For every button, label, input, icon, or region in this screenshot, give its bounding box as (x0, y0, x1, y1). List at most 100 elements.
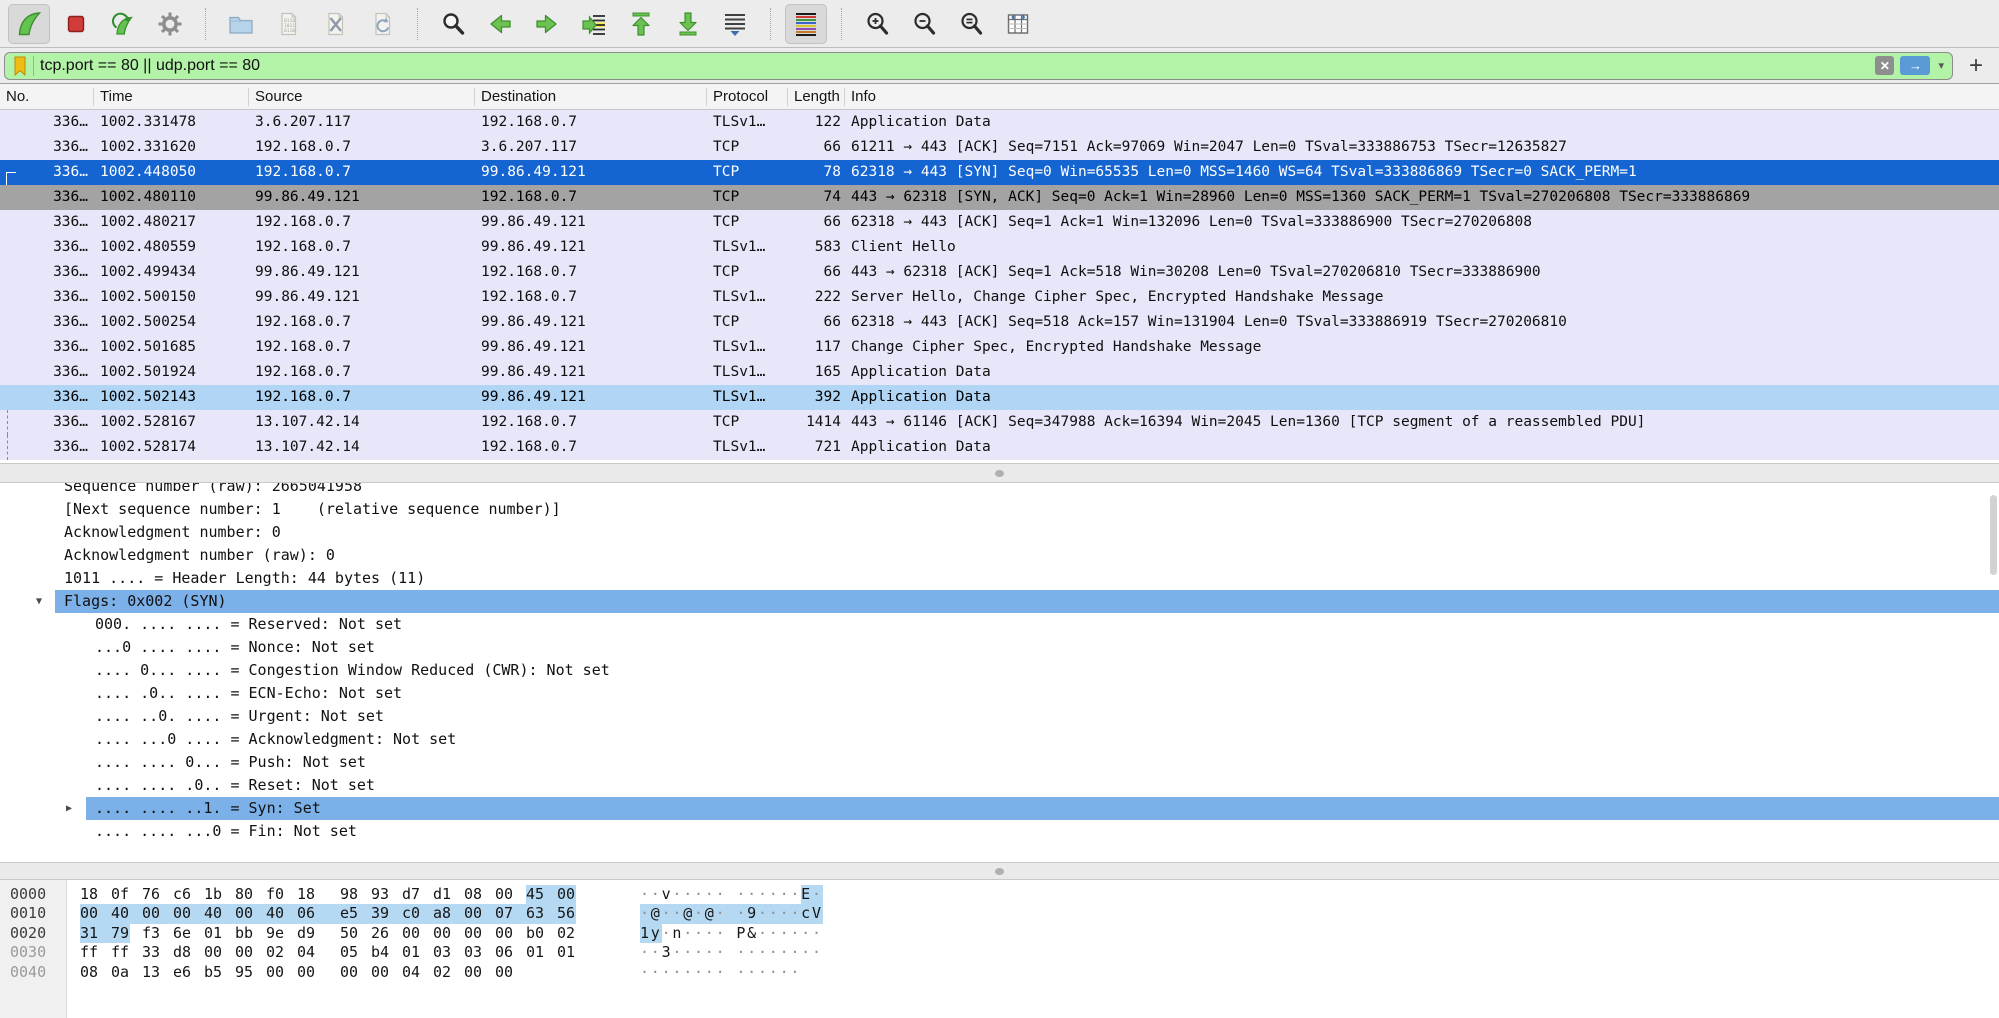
detail-row[interactable]: 000. .... .... = Reserved: Not set (0, 613, 1999, 636)
apply-filter-button[interactable]: → (1900, 56, 1930, 75)
packet-row[interactable]: 336…1002.52817413.107.42.14192.168.0.7TL… (0, 435, 1999, 460)
details-scrollbar-thumb[interactable] (1990, 495, 1997, 575)
detail-row[interactable]: ...0 .... .... = Nonce: Not set (0, 636, 1999, 659)
packet-row[interactable]: 336…1002.331620192.168.0.73.6.207.117TCP… (0, 135, 1999, 160)
go-to-packet-button[interactable] (573, 4, 615, 44)
cell-info: 62318 → 443 [SYN] Seq=0 Win=65535 Len=0 … (845, 160, 1999, 185)
detail-row[interactable]: ▶.... .... ..1. = Syn: Set (0, 797, 1999, 820)
go-to-bottom-button[interactable] (667, 4, 709, 44)
display-filter-field[interactable]: tcp.port == 80 || udp.port == 80 ✕ → ▾ (4, 52, 1953, 80)
find-packet-button[interactable] (432, 4, 474, 44)
reload-file-button[interactable] (361, 4, 403, 44)
zoom-out-button[interactable] (903, 4, 945, 44)
go-to-top-button[interactable] (620, 4, 662, 44)
cell-length: 66 (788, 210, 845, 235)
packet-row[interactable]: 336…1002.50015099.86.49.121192.168.0.7TL… (0, 285, 1999, 310)
go-back-button[interactable] (479, 4, 521, 44)
packet-row[interactable]: 336…1002.500254192.168.0.799.86.49.121TC… (0, 310, 1999, 335)
cell-time: 1002.501924 (94, 360, 249, 385)
detail-row[interactable]: .... .0.. .... = ECN-Echo: Not set (0, 682, 1999, 705)
detail-row[interactable]: .... .... .0.. = Reset: Not set (0, 774, 1999, 797)
col-header-destination[interactable]: Destination (475, 88, 707, 106)
packet-row[interactable]: 336…1002.480217192.168.0.799.86.49.121TC… (0, 210, 1999, 235)
detail-row[interactable]: .... ...0 .... = Acknowledgment: Not set (0, 728, 1999, 751)
packet-row[interactable]: 336…1002.49943499.86.49.121192.168.0.7TC… (0, 260, 1999, 285)
cell-source: 192.168.0.7 (249, 360, 475, 385)
cell-info: 443 → 61146 [ACK] Seq=347988 Ack=16394 W… (845, 410, 1999, 435)
hex-row[interactable]: 0030ffff33d80000020405b4010303060101··3·… (0, 943, 1999, 962)
packet-row[interactable]: 336…1002.501924192.168.0.799.86.49.121TL… (0, 360, 1999, 385)
bookmark-icon[interactable] (13, 56, 27, 76)
col-header-no[interactable]: No. (0, 88, 94, 106)
detail-row[interactable]: .... .... ...0 = Fin: Not set (0, 820, 1999, 843)
filter-input[interactable]: tcp.port == 80 || udp.port == 80 (40, 57, 1869, 75)
zoom-reset-button[interactable] (950, 4, 992, 44)
packet-row[interactable]: 336…1002.501685192.168.0.799.86.49.121TL… (0, 335, 1999, 360)
cell-destination: 99.86.49.121 (475, 310, 707, 335)
save-file-button[interactable]: 011010110110 (267, 4, 309, 44)
cell-info: Server Hello, Change Cipher Spec, Encryp… (845, 285, 1999, 310)
cell-length: 392 (788, 385, 845, 410)
detail-row[interactable]: .... ..0. .... = Urgent: Not set (0, 705, 1999, 728)
colorize-packets-button[interactable] (785, 4, 827, 44)
add-filter-button[interactable]: + (1963, 54, 1989, 78)
hex-row[interactable]: 00203179f36e01bb9ed9502600000000b0021y·n… (0, 924, 1999, 943)
col-header-source[interactable]: Source (249, 88, 475, 106)
detail-row[interactable]: [Next sequence number: 1 (relative seque… (0, 498, 1999, 521)
detail-row[interactable]: Acknowledgment number (raw): 0 (0, 544, 1999, 567)
auto-scroll-icon (720, 9, 750, 39)
cell-destination: 99.86.49.121 (475, 160, 707, 185)
close-file-button[interactable] (314, 4, 356, 44)
packet-bytes-pane: 0000180f76c61b80f0189893d7d108004500··v·… (0, 880, 1999, 1018)
detail-text: 000. .... .... = Reserved: Not set (95, 613, 402, 636)
col-header-time[interactable]: Time (94, 88, 249, 106)
start-capture-button[interactable] (8, 4, 50, 44)
detail-row[interactable]: Acknowledgment number: 0 (0, 521, 1999, 544)
cell-no: 336… (0, 110, 94, 135)
detail-text: 1011 .... = Header Length: 44 bytes (11) (64, 567, 425, 590)
pane-splitter-bottom[interactable] (0, 862, 1999, 880)
filter-dropdown-caret[interactable]: ▾ (1938, 59, 1944, 72)
open-file-button[interactable] (220, 4, 262, 44)
cell-protocol: TCP (707, 260, 788, 285)
resize-columns-icon (1003, 9, 1033, 39)
detail-text: Sequence number (raw): 2665041958 (64, 483, 362, 498)
pane-splitter-top[interactable] (0, 463, 1999, 483)
related-packet-mark (7, 435, 8, 460)
expand-icon[interactable]: ▶ (66, 797, 72, 820)
packet-row[interactable]: 336…1002.480559192.168.0.799.86.49.121TL… (0, 235, 1999, 260)
detail-row[interactable]: .... .... 0... = Push: Not set (0, 751, 1999, 774)
packet-row[interactable]: 336…1002.448050192.168.0.799.86.49.121TC… (0, 160, 1999, 185)
col-header-length[interactable]: Length (788, 88, 845, 106)
col-header-protocol[interactable]: Protocol (707, 88, 788, 106)
packet-row[interactable]: 336…1002.52816713.107.42.14192.168.0.7TC… (0, 410, 1999, 435)
zoom-in-button[interactable] (856, 4, 898, 44)
related-packet-mark (7, 410, 8, 435)
cell-info: 62318 → 443 [ACK] Seq=1 Ack=1 Win=132096… (845, 210, 1999, 235)
hex-row[interactable]: 0000180f76c61b80f0189893d7d108004500··v·… (0, 885, 1999, 904)
detail-row[interactable]: 1011 .... = Header Length: 44 bytes (11) (0, 567, 1999, 590)
detail-selection-highlight (55, 590, 1999, 613)
packet-rows: 336…1002.3314783.6.207.117192.168.0.7TLS… (0, 110, 1999, 463)
cell-info: Change Cipher Spec, Encrypted Handshake … (845, 335, 1999, 360)
filter-toolbar: tcp.port == 80 || udp.port == 80 ✕ → ▾ + (0, 48, 1999, 84)
hex-row[interactable]: 00100040000040004006e539c0a800076356·@··… (0, 904, 1999, 923)
cell-protocol: TLSv1… (707, 110, 788, 135)
detail-row[interactable]: ▼Flags: 0x002 (SYN) (0, 590, 1999, 613)
packet-row[interactable]: 336…1002.3314783.6.207.117192.168.0.7TLS… (0, 110, 1999, 135)
go-forward-button[interactable] (526, 4, 568, 44)
auto-scroll-button[interactable] (714, 4, 756, 44)
stop-capture-button[interactable] (55, 4, 97, 44)
detail-row[interactable]: .... 0... .... = Congestion Window Reduc… (0, 659, 1999, 682)
col-header-info[interactable]: Info (845, 88, 1999, 106)
hex-row[interactable]: 0040080a13e6b5950000000004020000········… (0, 963, 1999, 982)
clear-filter-button[interactable]: ✕ (1875, 56, 1894, 75)
packet-row[interactable]: 336…1002.48011099.86.49.121192.168.0.7TC… (0, 185, 1999, 210)
resize-columns-button[interactable] (997, 4, 1039, 44)
capture-options-button[interactable] (149, 4, 191, 44)
restart-capture-button[interactable] (102, 4, 144, 44)
collapse-icon[interactable]: ▼ (36, 590, 42, 613)
packet-row[interactable]: 336…1002.502143192.168.0.799.86.49.121TL… (0, 385, 1999, 410)
cell-protocol: TLSv1… (707, 335, 788, 360)
detail-row[interactable]: Sequence number (raw): 2665041958 (0, 483, 1999, 498)
